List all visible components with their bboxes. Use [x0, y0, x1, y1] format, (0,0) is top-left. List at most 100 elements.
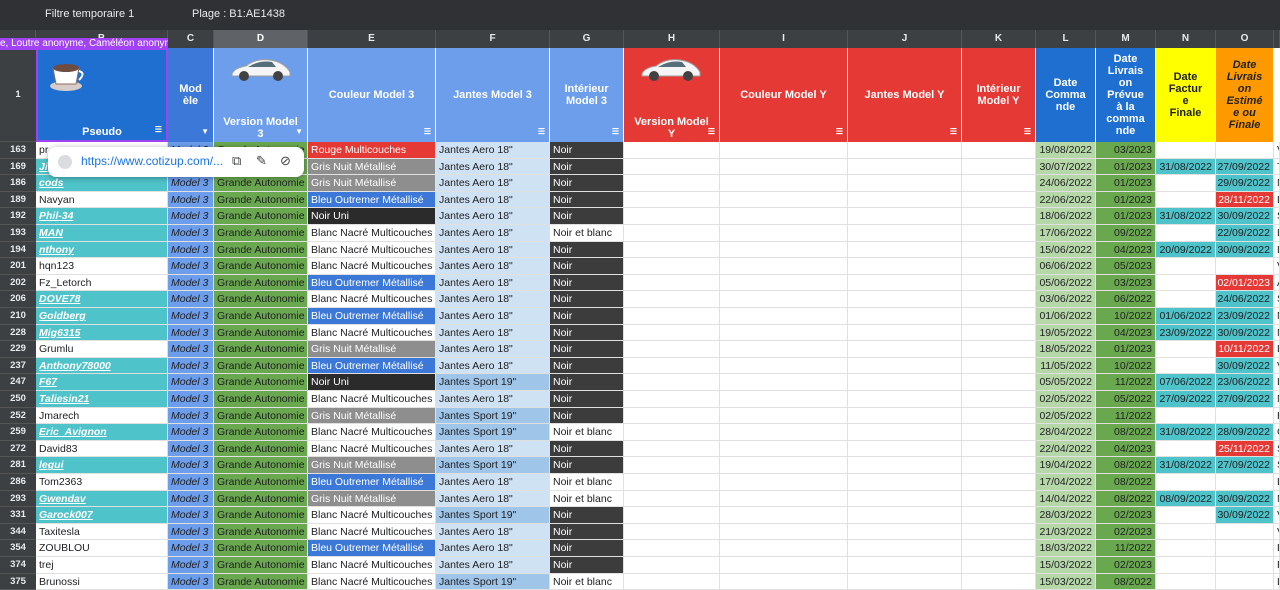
cell-dateFact[interactable]: 31/08/2022 — [1156, 457, 1216, 474]
cell-dateLivPrev[interactable]: 05/2023 — [1096, 258, 1156, 275]
cell-couleurY[interactable] — [720, 557, 848, 574]
header-version3[interactable]: Version Model 3 ▼ — [214, 48, 308, 142]
cell-interieur3[interactable]: Noir — [550, 208, 624, 225]
cell-couleurY[interactable] — [720, 142, 848, 159]
cell-modele[interactable]: Model 3 — [168, 374, 214, 391]
cell-modele[interactable]: Model 3 — [168, 523, 214, 541]
cell-interieurY[interactable] — [962, 573, 1036, 590]
cell-dateCmd[interactable]: 15/03/2022 — [1036, 573, 1096, 590]
cell-dateCmd[interactable]: 21/03/2022 — [1036, 523, 1096, 541]
cell-modele[interactable]: Model 3 — [168, 175, 214, 192]
cell-dateLivEst[interactable]: 02/01/2023 — [1216, 274, 1274, 292]
pseudo-link[interactable]: F67 — [39, 376, 57, 388]
cell-version3[interactable]: Grande Autonomie — [214, 557, 308, 574]
row-number[interactable]: 206 — [0, 291, 36, 308]
cell-dateLivEst[interactable]: 30/09/2022 — [1216, 507, 1274, 524]
cell-jantes3[interactable]: Jantes Aero 18" — [436, 208, 550, 225]
cell-pseudo[interactable]: legui — [36, 457, 168, 474]
cell-dateLivPrev[interactable]: 10/2022 — [1096, 357, 1156, 375]
cell-couleur3[interactable]: Blanc Nacré Multicouches — [308, 424, 436, 441]
cell-dateFact[interactable]: 20/09/2022 — [1156, 241, 1216, 259]
cell-version3[interactable]: Grande Autonomie — [214, 440, 308, 458]
row-number[interactable]: 293 — [0, 490, 36, 508]
row-number[interactable]: 375 — [0, 573, 36, 590]
cell-version3[interactable]: Grande Autonomie — [214, 308, 308, 325]
cell-modele[interactable]: Model 3 — [168, 225, 214, 242]
pseudo-link[interactable]: Goldberg — [39, 310, 86, 322]
cell-versionY[interactable] — [624, 308, 720, 325]
cell-pseudo[interactable]: Grumlu — [36, 341, 168, 358]
cell-couleurY[interactable] — [720, 374, 848, 391]
header-interieurY[interactable]: Intérieur Model Y ☰ — [962, 48, 1036, 142]
cell-jantes3[interactable]: Jantes Aero 18" — [436, 142, 550, 159]
row-number[interactable]: 281 — [0, 457, 36, 474]
cell-dateCmd[interactable]: 28/03/2022 — [1036, 507, 1096, 524]
cell-modele[interactable]: Model 3 — [168, 241, 214, 259]
cell-jantes3[interactable]: Jantes Aero 18" — [436, 557, 550, 574]
cell-extra[interactable]: V — [1274, 258, 1280, 275]
filter-icon[interactable]: ☰ — [612, 126, 619, 138]
cell-pseudo[interactable]: Taliesin21 — [36, 391, 168, 408]
cell-pseudo[interactable]: nthony — [36, 241, 168, 259]
cell-interieurY[interactable] — [962, 557, 1036, 574]
cell-jantesY[interactable] — [848, 274, 962, 292]
cell-interieurY[interactable] — [962, 241, 1036, 259]
cell-jantes3[interactable]: Jantes Sport 19" — [436, 507, 550, 524]
range-label[interactable]: Plage : B1:AE1438 — [192, 8, 285, 20]
cell-extra[interactable]: V — [1274, 142, 1280, 159]
cell-pseudo[interactable]: Taxitesla — [36, 523, 168, 541]
cell-jantesY[interactable] — [848, 208, 962, 225]
cell-dateLivEst[interactable]: 30/09/2022 — [1216, 357, 1274, 375]
pseudo-link[interactable]: cods — [39, 177, 64, 189]
cell-interieurY[interactable] — [962, 357, 1036, 375]
cell-dateFact[interactable]: 07/06/2022 — [1156, 374, 1216, 391]
cell-jantesY[interactable] — [848, 142, 962, 159]
cell-dateLivPrev[interactable]: 03/2023 — [1096, 142, 1156, 159]
cell-couleurY[interactable] — [720, 241, 848, 259]
cell-modele[interactable]: Model 3 — [168, 357, 214, 375]
cell-pseudo[interactable]: trej — [36, 557, 168, 574]
cell-modele[interactable]: Model 3 — [168, 474, 214, 491]
cell-extra[interactable]: T — [1274, 158, 1280, 176]
cell-dateLivPrev[interactable]: 05/2022 — [1096, 391, 1156, 408]
cell-extra[interactable]: C — [1274, 424, 1280, 441]
cell-dateLivPrev[interactable]: 08/2022 — [1096, 457, 1156, 474]
cell-couleur3[interactable]: Blanc Nacré Multicouches — [308, 391, 436, 408]
col-header-J[interactable]: J — [848, 30, 962, 48]
cell-version3[interactable]: Grande Autonomie — [214, 540, 308, 557]
cell-interieurY[interactable] — [962, 308, 1036, 325]
cell-dateFact[interactable] — [1156, 274, 1216, 292]
cell-interieurY[interactable] — [962, 424, 1036, 441]
cell-jantes3[interactable]: Jantes Aero 18" — [436, 175, 550, 192]
header-dateCmd[interactable]: Date Comma nde — [1036, 48, 1096, 142]
cell-dateLivEst[interactable] — [1216, 540, 1274, 557]
cell-dateCmd[interactable]: 01/06/2022 — [1036, 308, 1096, 325]
cell-jantesY[interactable] — [848, 241, 962, 259]
cell-dateCmd[interactable]: 18/03/2022 — [1036, 540, 1096, 557]
cell-couleur3[interactable]: Bleu Outremer Métallisé — [308, 191, 436, 209]
cell-extra[interactable]: A — [1274, 274, 1280, 292]
header-pseudo[interactable]: Pseudo ☰ — [36, 48, 168, 142]
cell-modele[interactable]: Model 3 — [168, 324, 214, 342]
pseudo-link[interactable]: Phil-34 — [39, 210, 73, 222]
cell-version3[interactable]: Grande Autonomie — [214, 291, 308, 308]
cell-dateCmd[interactable]: 14/04/2022 — [1036, 490, 1096, 508]
cell-couleurY[interactable] — [720, 191, 848, 209]
filter-icon[interactable]: ☰ — [155, 124, 162, 136]
cell-jantesY[interactable] — [848, 391, 962, 408]
cell-interieurY[interactable] — [962, 191, 1036, 209]
filter-icon[interactable]: ☰ — [538, 126, 545, 138]
cell-jantesY[interactable] — [848, 324, 962, 342]
cell-dateLivEst[interactable] — [1216, 557, 1274, 574]
cell-version3[interactable]: Grande Autonomie — [214, 391, 308, 408]
cell-pseudo[interactable]: F67 — [36, 374, 168, 391]
cell-jantesY[interactable] — [848, 540, 962, 557]
cell-versionY[interactable] — [624, 540, 720, 557]
cell-jantes3[interactable]: Jantes Aero 18" — [436, 191, 550, 209]
cell-dateFact[interactable]: 31/08/2022 — [1156, 208, 1216, 225]
cell-dateCmd[interactable]: 02/05/2022 — [1036, 391, 1096, 408]
cell-jantes3[interactable]: Jantes Aero 18" — [436, 341, 550, 358]
header-interieur3[interactable]: Intérieur Model 3 ☰ — [550, 48, 624, 142]
cell-dateLivPrev[interactable]: 08/2022 — [1096, 424, 1156, 441]
col-header-D[interactable]: D — [214, 30, 308, 48]
